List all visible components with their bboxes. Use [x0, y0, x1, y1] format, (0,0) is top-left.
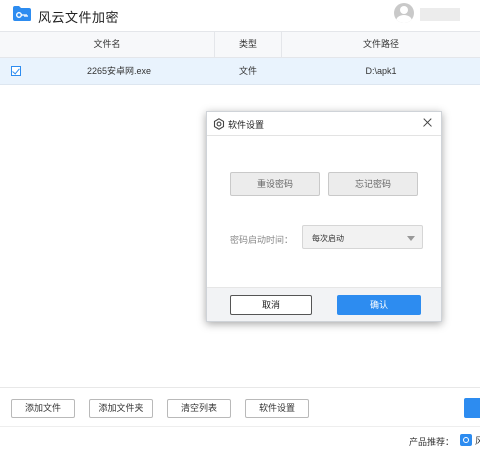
clear-list-button[interactable]: 清空列表: [167, 399, 231, 418]
close-icon[interactable]: [421, 116, 435, 130]
bottom-toolbar: 添加文件 添加文件夹 清空列表 软件设置: [0, 387, 480, 426]
folder-key-icon: [13, 6, 31, 21]
primary-action-button[interactable]: [464, 398, 480, 418]
avatar[interactable]: [394, 3, 414, 23]
column-header-type[interactable]: 类型: [215, 32, 281, 57]
row-filename: 2265安卓网.exe: [86, 66, 152, 76]
column-header-filename[interactable]: 文件名: [0, 32, 214, 57]
settings-button[interactable]: 软件设置: [245, 399, 309, 418]
row-type: 文件: [238, 66, 257, 76]
recommend-app-icon[interactable]: [460, 434, 472, 446]
startup-time-select[interactable]: 每次启动: [302, 225, 423, 249]
settings-gear-icon: [213, 118, 225, 130]
startup-time-label: 密码启动时间：: [230, 235, 294, 245]
footer: 产品推荐： 风: [0, 426, 480, 453]
title-bar: 风云文件加密: [0, 0, 480, 31]
reset-password-button[interactable]: 重设密码: [230, 172, 320, 196]
dialog-title: 软件设置: [228, 120, 265, 130]
forgot-password-button[interactable]: 忘记密码: [328, 172, 418, 196]
table-header: 文件名 类型 文件路径: [0, 31, 480, 58]
dialog-title-bar[interactable]: 软件设置: [207, 112, 441, 136]
cancel-button[interactable]: 取消: [230, 295, 312, 315]
dialog-footer: 取消 确认: [207, 287, 441, 321]
chevron-down-icon: [407, 236, 415, 241]
settings-dialog: 软件设置 重设密码 忘记密码 密码启动时间： 每次启动 取消 确认: [206, 111, 442, 322]
username-placeholder[interactable]: [420, 8, 460, 21]
recommend-label: 产品推荐：: [409, 437, 455, 447]
add-file-button[interactable]: 添加文件: [11, 399, 75, 418]
confirm-button[interactable]: 确认: [337, 295, 421, 315]
app-title: 风云文件加密: [38, 10, 120, 25]
add-folder-button[interactable]: 添加文件夹: [89, 399, 153, 418]
recommend-app-link[interactable]: 风: [475, 434, 480, 447]
row-path: D:\apk1: [365, 66, 397, 76]
startup-time-value: 每次启动: [312, 234, 344, 243]
row-checkbox[interactable]: [11, 66, 21, 76]
table-row[interactable]: 2265安卓网.exe 文件 D:\apk1: [0, 58, 480, 85]
column-header-path[interactable]: 文件路径: [282, 32, 480, 57]
